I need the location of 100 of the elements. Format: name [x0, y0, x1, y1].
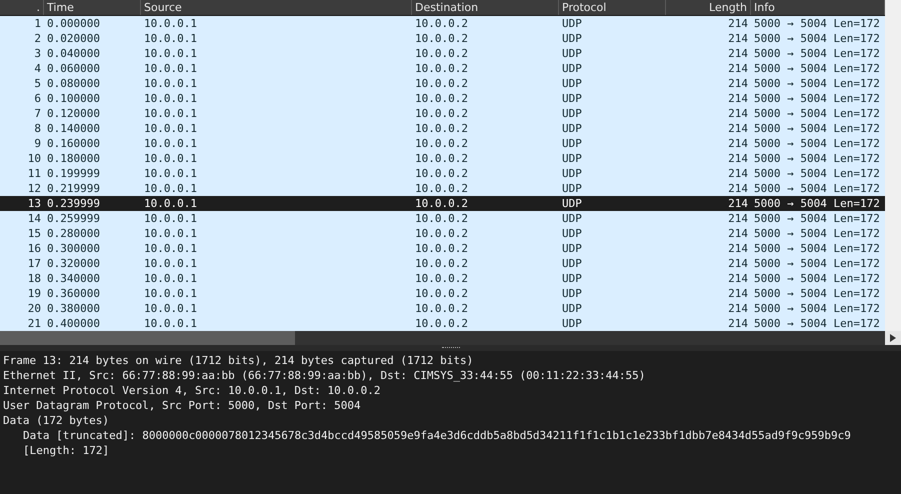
table-cell-text: 5000 → 5004 Len=172 — [753, 226, 881, 241]
table-cell-text: 10.0.0.1 — [143, 256, 198, 271]
table-cell-text: 5000 → 5004 Len=172 — [753, 241, 881, 256]
table-cell-text: 10.0.0.2 — [414, 166, 469, 181]
table-cell-text: 214 — [727, 196, 749, 211]
table-cell-text: 10.0.0.1 — [143, 46, 198, 61]
table-cell-text: 10.0.0.1 — [143, 151, 198, 166]
detail-tree-item[interactable]: Ethernet II, Src: 66:77:88:99:aa:bb (66:77:88:99:aa:bb), Dst: CIMSYS_33:44:55 (00:11:22:33:44:55) — [3, 368, 646, 383]
packet-row[interactable]: 12 0.219999 10.0.0.1 10.0.0.2 UDP 214 5000 → 5004 Len=172 — [0, 181, 885, 196]
table-cell-text: 214 — [727, 76, 749, 91]
table-cell-text: 10.0.0.1 — [143, 16, 198, 31]
vertical-scrollbar[interactable] — [885, 0, 901, 331]
column-header[interactable]: Length — [666, 0, 751, 15]
table-cell-text: UDP — [561, 196, 583, 211]
packet-row[interactable]: 1 0.000000 10.0.0.1 10.0.0.2 UDP 214 5000 → 5004 Len=172 — [0, 16, 885, 31]
table-cell-text: 5000 → 5004 Len=172 — [753, 61, 881, 76]
table-cell-text: 5000 → 5004 Len=172 — [753, 196, 881, 211]
detail-tree-item[interactable]: Data [truncated]: 8000000c0000078012345678c3d4bccd49585059e9fa4e3d6cddb5a8bd5d34211f1f1c1b1c1e233bf1dbb7e8434d55ad9f9c959b9c9 — [23, 428, 851, 443]
packet-row[interactable]: 14 0.259999 10.0.0.1 10.0.0.2 UDP 214 5000 → 5004 Len=172 — [0, 211, 885, 226]
detail-tree-item[interactable]: User Datagram Protocol, Src Port: 5000, Dst Port: 5004 — [3, 398, 361, 413]
table-cell-text: 10.0.0.2 — [414, 241, 469, 256]
table-cell-text: 6 — [33, 91, 42, 106]
table-cell-text: 5000 → 5004 Len=172 — [753, 286, 881, 301]
table-cell-text: 214 — [727, 151, 749, 166]
column-header[interactable]: Source — [141, 0, 412, 15]
packet-row[interactable]: 9 0.160000 10.0.0.1 10.0.0.2 UDP 214 5000 → 5004 Len=172 — [0, 136, 885, 151]
table-cell-text: 5000 → 5004 Len=172 — [753, 121, 881, 136]
packet-row[interactable]: 19 0.360000 10.0.0.1 10.0.0.2 UDP 214 5000 → 5004 Len=172 — [0, 286, 885, 301]
table-cell-text: 214 — [727, 31, 749, 46]
table-cell-text: 10.0.0.1 — [143, 31, 198, 46]
detail-tree-item[interactable]: Frame 13: 214 bytes on wire (1712 bits), 214 bytes captured (1712 bits) — [3, 353, 474, 368]
table-cell-text: 10.0.0.2 — [414, 196, 469, 211]
table-cell-text: UDP — [561, 211, 583, 226]
table-cell-text: 10.0.0.1 — [143, 286, 198, 301]
table-cell-text: 10.0.0.2 — [414, 46, 469, 61]
column-header[interactable]: Destination — [412, 0, 559, 15]
table-cell-text: UDP — [561, 136, 583, 151]
table-cell-text: 214 — [727, 136, 749, 151]
packet-row[interactable]: 6 0.100000 10.0.0.1 10.0.0.2 UDP 214 5000 → 5004 Len=172 — [0, 91, 885, 106]
table-cell-text: 2 — [33, 31, 42, 46]
table-cell-text: 0.100000 — [46, 91, 101, 106]
packet-row[interactable]: 16 0.300000 10.0.0.1 10.0.0.2 UDP 214 5000 → 5004 Len=172 — [0, 241, 885, 256]
packet-row[interactable]: 11 0.199999 10.0.0.1 10.0.0.2 UDP 214 5000 → 5004 Len=172 — [0, 166, 885, 181]
table-cell-text: 10.0.0.2 — [414, 91, 469, 106]
packet-row[interactable]: 18 0.340000 10.0.0.1 10.0.0.2 UDP 214 5000 → 5004 Len=172 — [0, 271, 885, 286]
right-arrow-icon — [890, 334, 896, 342]
table-cell-text: 7 — [33, 106, 42, 121]
table-cell-text: 8 — [33, 121, 42, 136]
table-cell-text: 19 — [26, 286, 42, 301]
column-header[interactable]: Protocol — [559, 0, 666, 15]
table-cell-text: 10.0.0.1 — [143, 76, 198, 91]
table-cell-text: 214 — [727, 106, 749, 121]
detail-tree-item[interactable]: Data (172 bytes) — [3, 413, 109, 428]
splitter-grip[interactable] — [442, 346, 460, 350]
table-cell-text: 0.199999 — [46, 166, 101, 181]
table-cell-text: 214 — [727, 226, 749, 241]
packet-row[interactable]: 2 0.020000 10.0.0.1 10.0.0.2 UDP 214 5000 → 5004 Len=172 — [0, 31, 885, 46]
table-cell-text: 5000 → 5004 Len=172 — [753, 151, 881, 166]
table-cell-text: 0.400000 — [46, 316, 101, 331]
horizontal-scrollbar[interactable] — [0, 331, 885, 345]
column-header[interactable]: . — [0, 0, 44, 15]
table-cell-text: 214 — [727, 46, 749, 61]
table-cell-text: 5000 → 5004 Len=172 — [753, 46, 881, 61]
table-cell-text: 10.0.0.2 — [414, 181, 469, 196]
table-cell-text: 0.060000 — [46, 61, 101, 76]
table-cell-text: 5 — [33, 76, 42, 91]
packet-row[interactable]: 5 0.080000 10.0.0.1 10.0.0.2 UDP 214 5000 → 5004 Len=172 — [0, 76, 885, 91]
table-cell-text: 5000 → 5004 Len=172 — [753, 271, 881, 286]
scroll-right-button[interactable] — [885, 331, 901, 345]
packet-row[interactable]: 15 0.280000 10.0.0.1 10.0.0.2 UDP 214 5000 → 5004 Len=172 — [0, 226, 885, 241]
column-header[interactable]: Time — [44, 0, 141, 15]
table-cell-text: 10.0.0.1 — [143, 271, 198, 286]
table-cell-text: 9 — [33, 136, 42, 151]
packet-row[interactable]: 8 0.140000 10.0.0.1 10.0.0.2 UDP 214 5000 → 5004 Len=172 — [0, 121, 885, 136]
detail-tree-item[interactable]: [Length: 172] — [23, 443, 110, 458]
packet-row[interactable]: 20 0.380000 10.0.0.1 10.0.0.2 UDP 214 5000 → 5004 Len=172 — [0, 301, 885, 316]
table-cell-text: 10.0.0.2 — [414, 136, 469, 151]
table-cell-text: 10.0.0.1 — [143, 181, 198, 196]
detail-tree-item[interactable]: Internet Protocol Version 4, Src: 10.0.0.1, Dst: 10.0.0.2 — [3, 383, 380, 398]
table-cell-text: UDP — [561, 256, 583, 271]
table-cell-text: 0.020000 — [46, 31, 101, 46]
table-cell-text: 5000 → 5004 Len=172 — [753, 76, 881, 91]
scrollbar-thumb[interactable] — [0, 331, 295, 345]
packet-row[interactable]: 3 0.040000 10.0.0.1 10.0.0.2 UDP 214 5000 → 5004 Len=172 — [0, 46, 885, 61]
table-cell-text: 0.160000 — [46, 136, 101, 151]
packet-row[interactable]: 21 0.400000 10.0.0.1 10.0.0.2 UDP 214 5000 → 5004 Len=172 — [0, 316, 885, 331]
table-cell-text: 1 — [33, 16, 42, 31]
table-cell-text: 14 — [26, 211, 42, 226]
table-cell-text: UDP — [561, 151, 583, 166]
packet-row[interactable]: 7 0.120000 10.0.0.1 10.0.0.2 UDP 214 5000 → 5004 Len=172 — [0, 106, 885, 121]
table-cell-text: UDP — [561, 61, 583, 76]
table-cell-text: 0.000000 — [46, 16, 101, 31]
table-cell-text: 21 — [26, 316, 42, 331]
table-cell-text: 20 — [26, 301, 42, 316]
table-cell-text: 0.239999 — [46, 196, 101, 211]
table-cell-text: 5000 → 5004 Len=172 — [753, 16, 881, 31]
table-cell-text: 214 — [727, 91, 749, 106]
packet-row[interactable]: 17 0.320000 10.0.0.1 10.0.0.2 UDP 214 5000 → 5004 Len=172 — [0, 256, 885, 271]
packet-row[interactable]: 4 0.060000 10.0.0.1 10.0.0.2 UDP 214 5000 → 5004 Len=172 — [0, 61, 885, 76]
packet-row[interactable]: 10 0.180000 10.0.0.1 10.0.0.2 UDP 214 5000 → 5004 Len=172 — [0, 151, 885, 166]
